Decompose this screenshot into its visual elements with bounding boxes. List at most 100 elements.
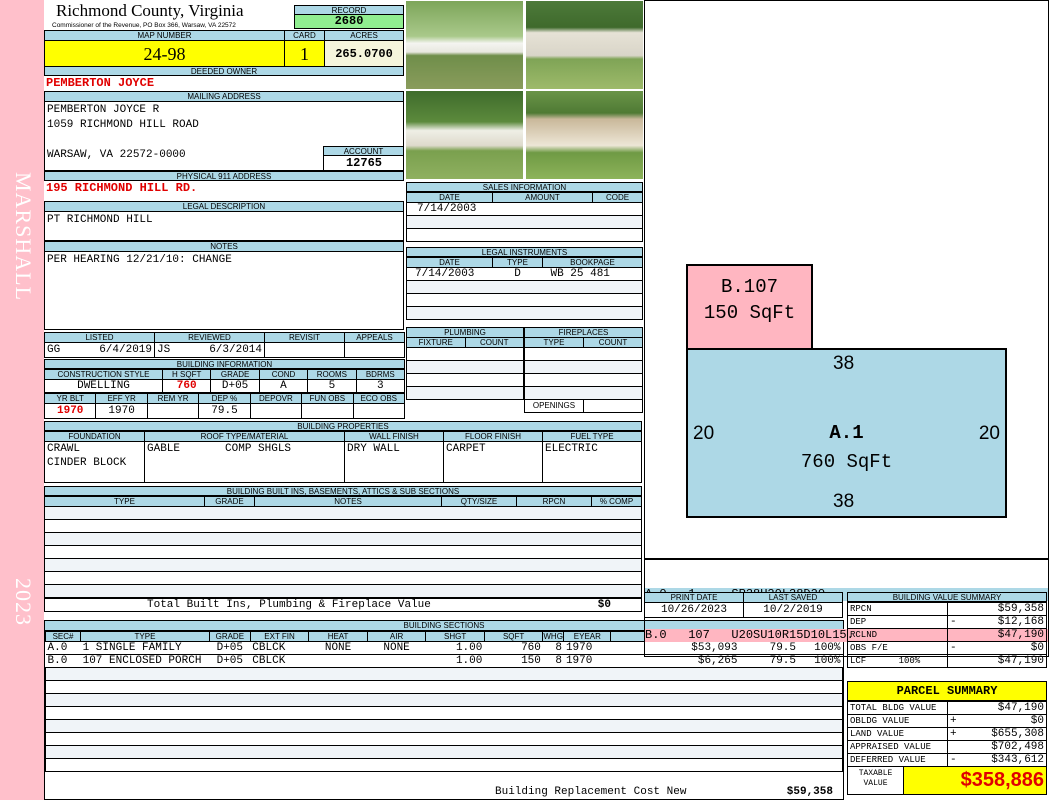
floor-finish: CARPET	[443, 441, 543, 483]
rooms-value: 5	[307, 379, 357, 393]
h-fp-count: COUNT	[583, 337, 643, 348]
header: Richmond County, Virginia Commissioner o…	[44, 0, 294, 30]
sections-header: AIR	[366, 631, 427, 642]
account-box: ACCOUNT 12765	[323, 146, 404, 171]
taxable-label-1: TAXABLE	[858, 769, 893, 778]
county-subtitle: Commissioner of the Revenue, PO Box 366,…	[52, 22, 236, 29]
foundation-1: CRAWL	[47, 443, 81, 455]
h-roof: ROOF TYPE/MATERIAL	[144, 431, 345, 442]
section-row-empty	[45, 719, 843, 733]
hsqft-value: 760	[161, 379, 212, 393]
summary-value: $0	[961, 714, 1047, 728]
section-cell: 1.00	[425, 654, 485, 668]
summary-sign: -	[947, 753, 962, 767]
property-photo-4[interactable]	[525, 90, 644, 180]
sales-box: SALES INFORMATION DATE AMOUNT CODE 7/14/20…	[406, 182, 643, 242]
district-label: MARSHALL	[11, 172, 36, 302]
acres-value: 265.0700	[324, 40, 404, 67]
builtin-row	[44, 558, 642, 572]
property-photo-1[interactable]	[405, 0, 524, 90]
summary-label: APPRAISED VALUE	[847, 740, 948, 754]
parcel-summary-title: PARCEL SUMMARY	[847, 681, 1047, 701]
section-cell	[308, 654, 368, 668]
parcel-row: OBLDG VALUE + $0	[847, 714, 1047, 728]
parcel-row: LAND VALUE + $655,308	[847, 727, 1047, 741]
summary-label: LCF 100%	[847, 654, 948, 668]
h-fixture: FIXTURE	[406, 337, 466, 348]
building-properties: BUILDING PROPERTIES FOUNDATION ROOF TYPE/…	[44, 421, 642, 483]
property-photo-3[interactable]	[405, 90, 524, 180]
builtin-row	[44, 545, 642, 559]
section-row-empty	[45, 667, 843, 681]
h-remyr: REM YR	[146, 393, 200, 404]
section-row-empty	[45, 732, 843, 746]
remyr-value	[146, 403, 200, 419]
h-bi-comp: % COMP	[591, 496, 642, 507]
h-style: CONSTRUCTION STYLE	[44, 369, 163, 380]
section-cell: D+05	[209, 641, 251, 655]
map-label: MAP NUMBER	[44, 30, 285, 41]
physical-address: 195 RICHMOND HILL RD.	[46, 181, 198, 195]
taxable-value: $358,886	[903, 767, 1046, 794]
h-sale-date: DATE	[406, 192, 493, 203]
mailing-box: MAILING ADDRESS PEMBERTON JOYCE R 1059 R…	[44, 91, 404, 171]
h-grade: GRADE	[210, 369, 260, 380]
section-b-label: B.107	[720, 276, 778, 298]
summary-value: $47,190	[961, 701, 1047, 715]
h-bdrms: BDRMS	[355, 369, 406, 380]
summary-label: DEP	[847, 615, 948, 629]
property-photo-2[interactable]	[525, 0, 644, 90]
sketch-area[interactable]: B.107 150 SqFt 38 38 20 20 A.1 760 SqFt	[644, 0, 1049, 559]
dates-box: PRINT DATE LAST SAVED 10/26/2023 10/2/2019	[644, 592, 843, 618]
notes-box: NOTES PER HEARING 12/21/10: CHANGE	[44, 241, 404, 330]
summary-value: $59,358	[961, 602, 1047, 616]
sections-header: TYPE	[80, 631, 210, 642]
legal-box: LEGAL DESCRIPTION PT RICHMOND HILL	[44, 201, 404, 241]
inst-date: 7/14/2003	[406, 267, 493, 281]
summary-label: DEFERRED VALUE	[847, 753, 948, 767]
map-box: MAP NUMBER CARD ACRES 24-98 1 265.0700	[44, 30, 404, 67]
print-date: 10/26/2023	[644, 602, 744, 618]
builtins-total-value: $0	[597, 599, 611, 611]
last-saved-label: LAST SAVED	[743, 592, 843, 603]
record-value: 2680	[294, 15, 404, 29]
section-cell: 760	[484, 641, 543, 655]
summary-sign	[947, 740, 962, 754]
builtin-row	[44, 506, 642, 520]
summary-value: $655,308	[961, 727, 1047, 741]
h-fp-type: TYPE	[524, 337, 584, 348]
section-cell: 8	[542, 641, 564, 655]
mailing-line2: 1059 RICHMOND HILL ROAD	[47, 119, 199, 131]
summary-sign: +	[947, 727, 962, 741]
summary-sign: -	[947, 641, 962, 655]
funobs-value	[301, 403, 354, 419]
reviewed-header: REVIEWED	[154, 332, 265, 343]
dim-bottom: 38	[833, 491, 855, 512]
builtins-total-row: Total Built Ins, Plumbing & Fireplace Va…	[44, 598, 642, 612]
h-rooms: ROOMS	[307, 369, 357, 380]
last-saved: 10/2/2019	[743, 602, 843, 618]
section-cell: 8	[542, 654, 564, 668]
sale-row-empty	[406, 228, 643, 242]
summary-sign	[947, 628, 962, 642]
appeals-header: APPEALS	[344, 332, 405, 343]
sections-header: SEC#	[44, 631, 82, 642]
county-title: Richmond County, Virginia	[56, 1, 244, 20]
bdrms-value: 3	[355, 379, 406, 393]
h-dep: DEP %	[198, 393, 251, 404]
sketch-section-b[interactable]: B.107 150 SqFt	[686, 264, 813, 350]
h-fixture-count: COUNT	[464, 337, 524, 348]
h-sale-amount: AMOUNT	[492, 192, 593, 203]
h-inst-bookpage: BOOKPAGE	[542, 257, 643, 268]
sections-total-label: Building Replacement Cost New	[495, 786, 687, 798]
construction-style: DWELLING	[44, 379, 163, 393]
physical-label: PHYSICAL 911 ADDRESS	[44, 171, 404, 181]
builtins-box: BUILDING BUILT INS, BASEMENTS, ATTICS & …	[44, 486, 642, 612]
value_summary-row: LCF 100% $47,190	[847, 654, 1047, 668]
section-cell: 1 SINGLE FAMILY	[80, 641, 210, 655]
dep-value: 79.5	[198, 403, 251, 419]
builtin-row	[44, 532, 642, 546]
sketch-section-a[interactable]: 38 38 20 20 A.1 760 SqFt	[686, 348, 1007, 518]
summary-sign	[947, 602, 962, 616]
h-effyr: EFF YR	[95, 393, 148, 404]
